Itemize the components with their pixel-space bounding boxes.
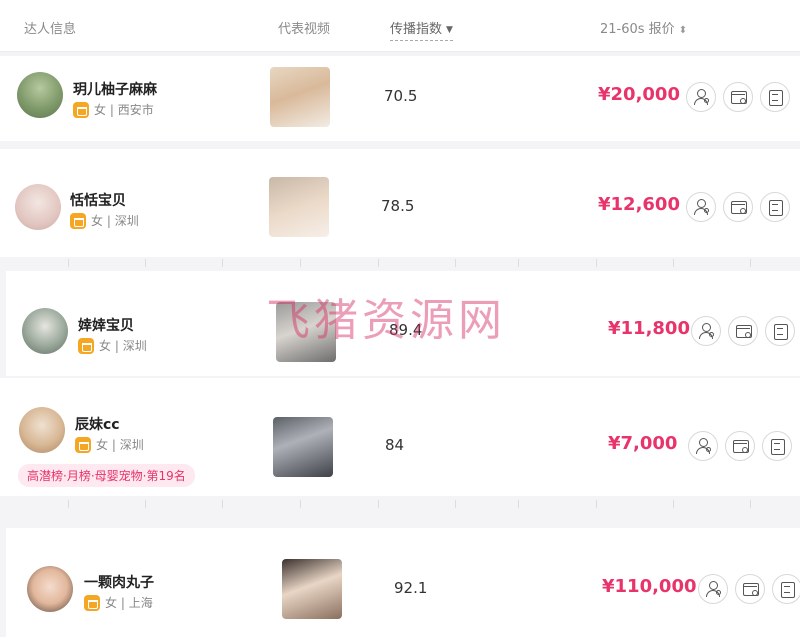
row-divider [0,500,800,508]
meta-separator: | [120,595,125,610]
avatar[interactable] [15,184,61,230]
video-thumbnail[interactable] [270,67,330,127]
table-row[interactable]: 玥儿柚子麻麻 女 | 西安市 70.5 ¥20,000 [0,56,800,141]
bill-icon[interactable] [760,192,790,222]
card-icon[interactable] [723,82,753,112]
video-thumbnail[interactable] [282,559,342,619]
price-value: ¥7,000 [608,433,678,454]
shop-icon [73,101,89,118]
meta-separator: | [106,213,111,228]
shop-icon [78,337,94,354]
gender: 女 [99,339,112,353]
user-search-icon[interactable] [686,82,716,112]
avatar[interactable] [27,566,73,612]
influencer-meta: 女 | 深圳 [78,337,147,354]
row-actions [688,431,792,461]
row-actions [686,82,790,112]
table-row[interactable]: 恬恬宝贝 女 | 深圳 78.5 ¥12,600 [0,149,800,257]
meta-separator: | [111,437,116,452]
table-row[interactable]: 一颗肉丸子 女 | 上海 92.1 ¥110,000 [6,528,800,637]
meta-separator: | [114,338,119,353]
price-value: ¥11,800 [608,318,690,339]
video-thumbnail[interactable] [276,302,336,362]
card-icon[interactable] [723,192,753,222]
user-search-icon[interactable] [698,574,728,604]
row-actions [698,574,800,604]
bill-icon[interactable] [760,82,790,112]
avatar[interactable] [17,72,63,118]
bill-icon[interactable] [772,574,800,604]
header-influencer-info: 达人信息 [24,22,77,37]
header-spread-index-label: 传播指数 [390,22,443,37]
table-row[interactable]: 婞婞宝贝 女 | 深圳 89.4 ¥11,800 [6,271,800,376]
price-value: ¥20,000 [598,84,680,105]
influencer-meta: 女 | 上海 [84,594,153,611]
city: 西安市 [117,103,154,117]
user-search-icon[interactable] [688,431,718,461]
avatar[interactable] [22,308,68,354]
spread-index-value: 89.4 [389,321,423,339]
bill-icon[interactable] [762,431,792,461]
gender: 女 [94,103,107,117]
header-price-label: 21-60s 报价 [600,22,675,37]
row-actions [686,192,790,222]
row-actions [691,316,795,346]
ranking-badge[interactable]: 高潜榜·月榜·母婴宠物·第19名 [18,464,195,487]
header-spread-index[interactable]: 传播指数 ▼ [390,18,453,41]
table-row[interactable]: 辰妹cc 女 | 深圳 高潜榜·月榜·母婴宠物·第19名 84 ¥7,000 [0,378,800,496]
city: 深圳 [122,339,147,353]
card-icon[interactable] [728,316,758,346]
spread-index-value: 84 [385,436,405,454]
gender: 女 [96,438,109,452]
influencer-meta: 女 | 深圳 [70,212,139,229]
header-price[interactable]: 21-60s 报价 ⬍ [600,18,687,37]
influencer-name[interactable]: 辰妹cc [75,414,120,434]
influencer-name[interactable]: 一颗肉丸子 [84,572,154,592]
city: 上海 [128,596,153,610]
spread-index-value: 70.5 [384,87,418,105]
table-header: 达人信息 代表视频 传播指数 ▼ 21-60s 报价 ⬍ [0,0,800,52]
influencer-name[interactable]: 恬恬宝贝 [70,190,126,210]
gender: 女 [91,214,104,228]
price-value: ¥12,600 [598,194,680,215]
shop-icon [84,594,100,611]
influencer-name[interactable]: 玥儿柚子麻麻 [73,79,157,99]
card-icon[interactable] [725,431,755,461]
city: 深圳 [114,214,139,228]
shop-icon [75,436,91,453]
row-divider [0,259,800,267]
city: 深圳 [119,438,144,452]
meta-separator: | [109,102,114,117]
influencer-meta: 女 | 西安市 [73,101,154,118]
user-search-icon[interactable] [686,192,716,222]
spread-index-value: 92.1 [394,579,428,597]
influencer-name[interactable]: 婞婞宝贝 [78,315,134,335]
gender: 女 [105,596,118,610]
caret-down-icon: ▼ [446,25,453,35]
user-search-icon[interactable] [691,316,721,346]
video-thumbnail[interactable] [269,177,329,237]
influencer-meta: 女 | 深圳 [75,436,144,453]
header-representative-video: 代表视频 [278,22,331,37]
bill-icon[interactable] [765,316,795,346]
avatar[interactable] [19,407,65,453]
price-value: ¥110,000 [602,576,697,597]
card-icon[interactable] [735,574,765,604]
shop-icon [70,212,86,229]
sort-updown-icon: ⬍ [678,25,688,36]
spread-index-value: 78.5 [381,197,415,215]
video-thumbnail[interactable] [273,417,333,477]
